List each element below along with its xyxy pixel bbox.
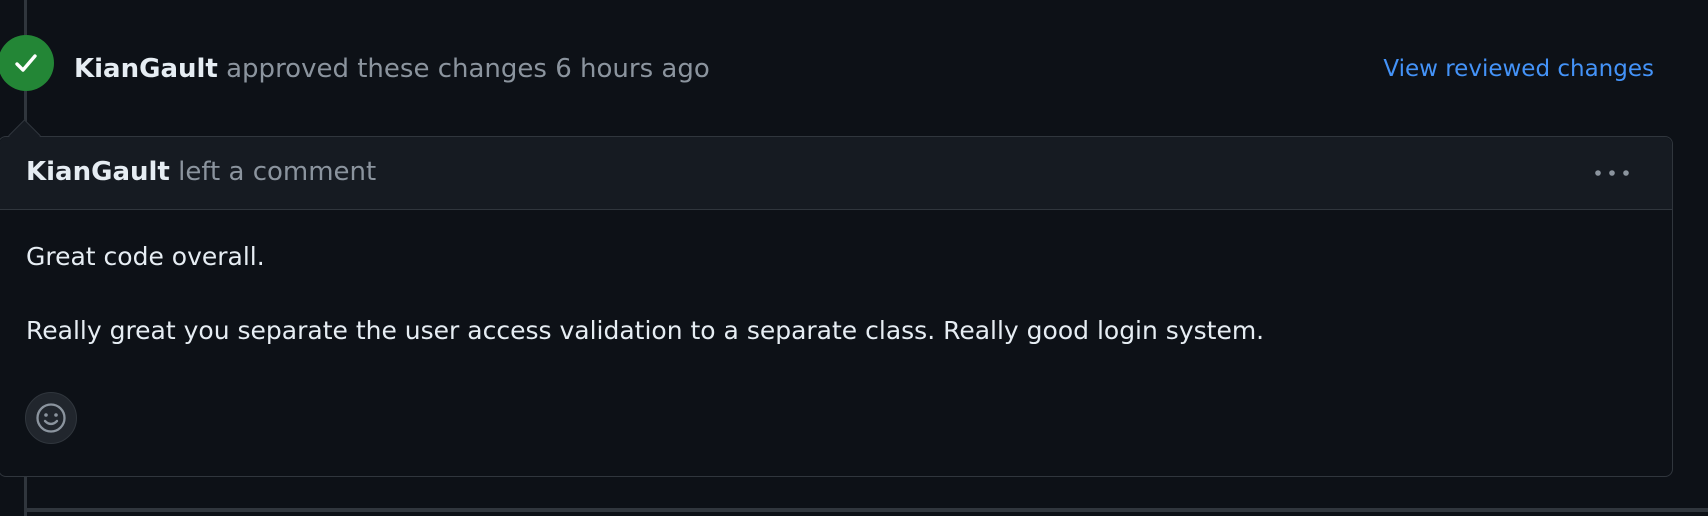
timeline-divider bbox=[24, 508, 1708, 512]
kebab-horizontal-icon bbox=[1595, 170, 1629, 176]
comment-body: Great code overall. Really great you sep… bbox=[26, 239, 1264, 349]
check-icon bbox=[15, 54, 37, 72]
approved-status-badge bbox=[0, 35, 54, 91]
comment-author-link[interactable]: KianGault bbox=[26, 157, 170, 187]
comment-paragraph: Great code overall. bbox=[26, 242, 265, 271]
review-timestamp[interactable]: 6 hours ago bbox=[555, 54, 710, 84]
view-reviewed-changes-link[interactable]: View reviewed changes bbox=[1383, 51, 1654, 87]
comment-options-button[interactable] bbox=[1592, 159, 1632, 187]
comment-header: KianGault left a comment bbox=[0, 137, 1672, 210]
comment-header-text: KianGault left a comment bbox=[26, 153, 376, 191]
comment-action-text: left a comment bbox=[178, 157, 377, 187]
pull-request-timeline: KianGault approved these changes 6 hours… bbox=[0, 0, 1708, 516]
review-action-text: approved these changes bbox=[226, 54, 547, 84]
add-reaction-button[interactable] bbox=[25, 392, 77, 444]
review-author-link[interactable]: KianGault bbox=[74, 54, 218, 84]
review-comment-card: KianGault left a comment Great code over… bbox=[0, 136, 1673, 477]
review-event-header: KianGault approved these changes 6 hours… bbox=[74, 50, 710, 88]
comment-paragraph: Really great you separate the user acces… bbox=[26, 316, 1265, 345]
smiley-icon bbox=[36, 403, 66, 433]
